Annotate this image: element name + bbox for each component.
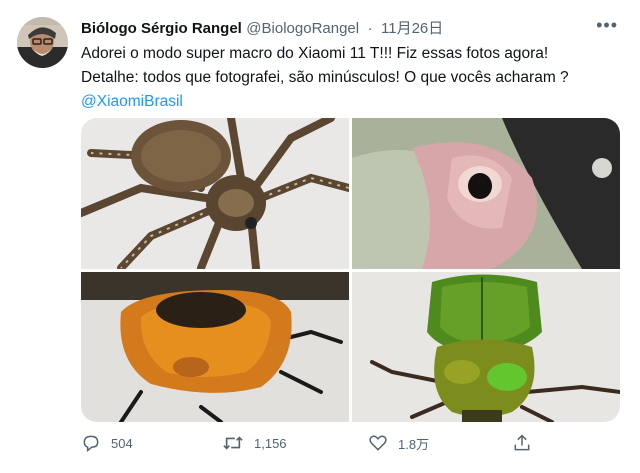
share-button[interactable]: [512, 433, 532, 453]
retweet-count: 1,156: [254, 435, 287, 451]
reply-count: 504: [111, 435, 133, 451]
tweet-text-line: Adorei o modo super macro do Xiaomi 11 T…: [81, 45, 549, 62]
author-avatar[interactable]: [17, 17, 68, 68]
tweet-date[interactable]: 11月26日: [381, 20, 443, 37]
author-name[interactable]: Biólogo Sérgio Rangel: [81, 20, 242, 37]
separator-dot: ·: [367, 20, 373, 37]
like-count: 1.8万: [398, 436, 430, 452]
spider-photo[interactable]: [81, 118, 349, 269]
avatar-image: [17, 17, 68, 68]
like-button[interactable]: 1.8万: [368, 433, 429, 453]
tweet-text: Adorei o modo super macro do Xiaomi 11 T…: [81, 42, 621, 114]
share-icon: [514, 434, 530, 451]
author-handle[interactable]: @BiologoRangel: [246, 20, 359, 37]
reply-icon: [83, 435, 99, 453]
wood-hole-photo[interactable]: [352, 118, 620, 269]
tweet-actions: 504 1,156 1.8万: [81, 433, 621, 459]
retweet-icon: [223, 436, 243, 450]
green-beetle-photo[interactable]: [352, 272, 620, 422]
tweet-text-line: Detalhe: todos que fotografei, são minús…: [81, 69, 569, 86]
media-grid: [81, 118, 620, 422]
like-icon: [369, 435, 387, 451]
more-icon[interactable]: •••: [596, 15, 618, 36]
retweet-button[interactable]: 1,156: [222, 433, 287, 453]
tweet-header: Biólogo Sérgio Rangel @BiologoRangel · 1…: [81, 15, 620, 39]
mention-link[interactable]: @XiaomiBrasil: [81, 93, 183, 110]
orange-beetle-photo[interactable]: [81, 272, 349, 422]
reply-button[interactable]: 504: [81, 433, 133, 453]
